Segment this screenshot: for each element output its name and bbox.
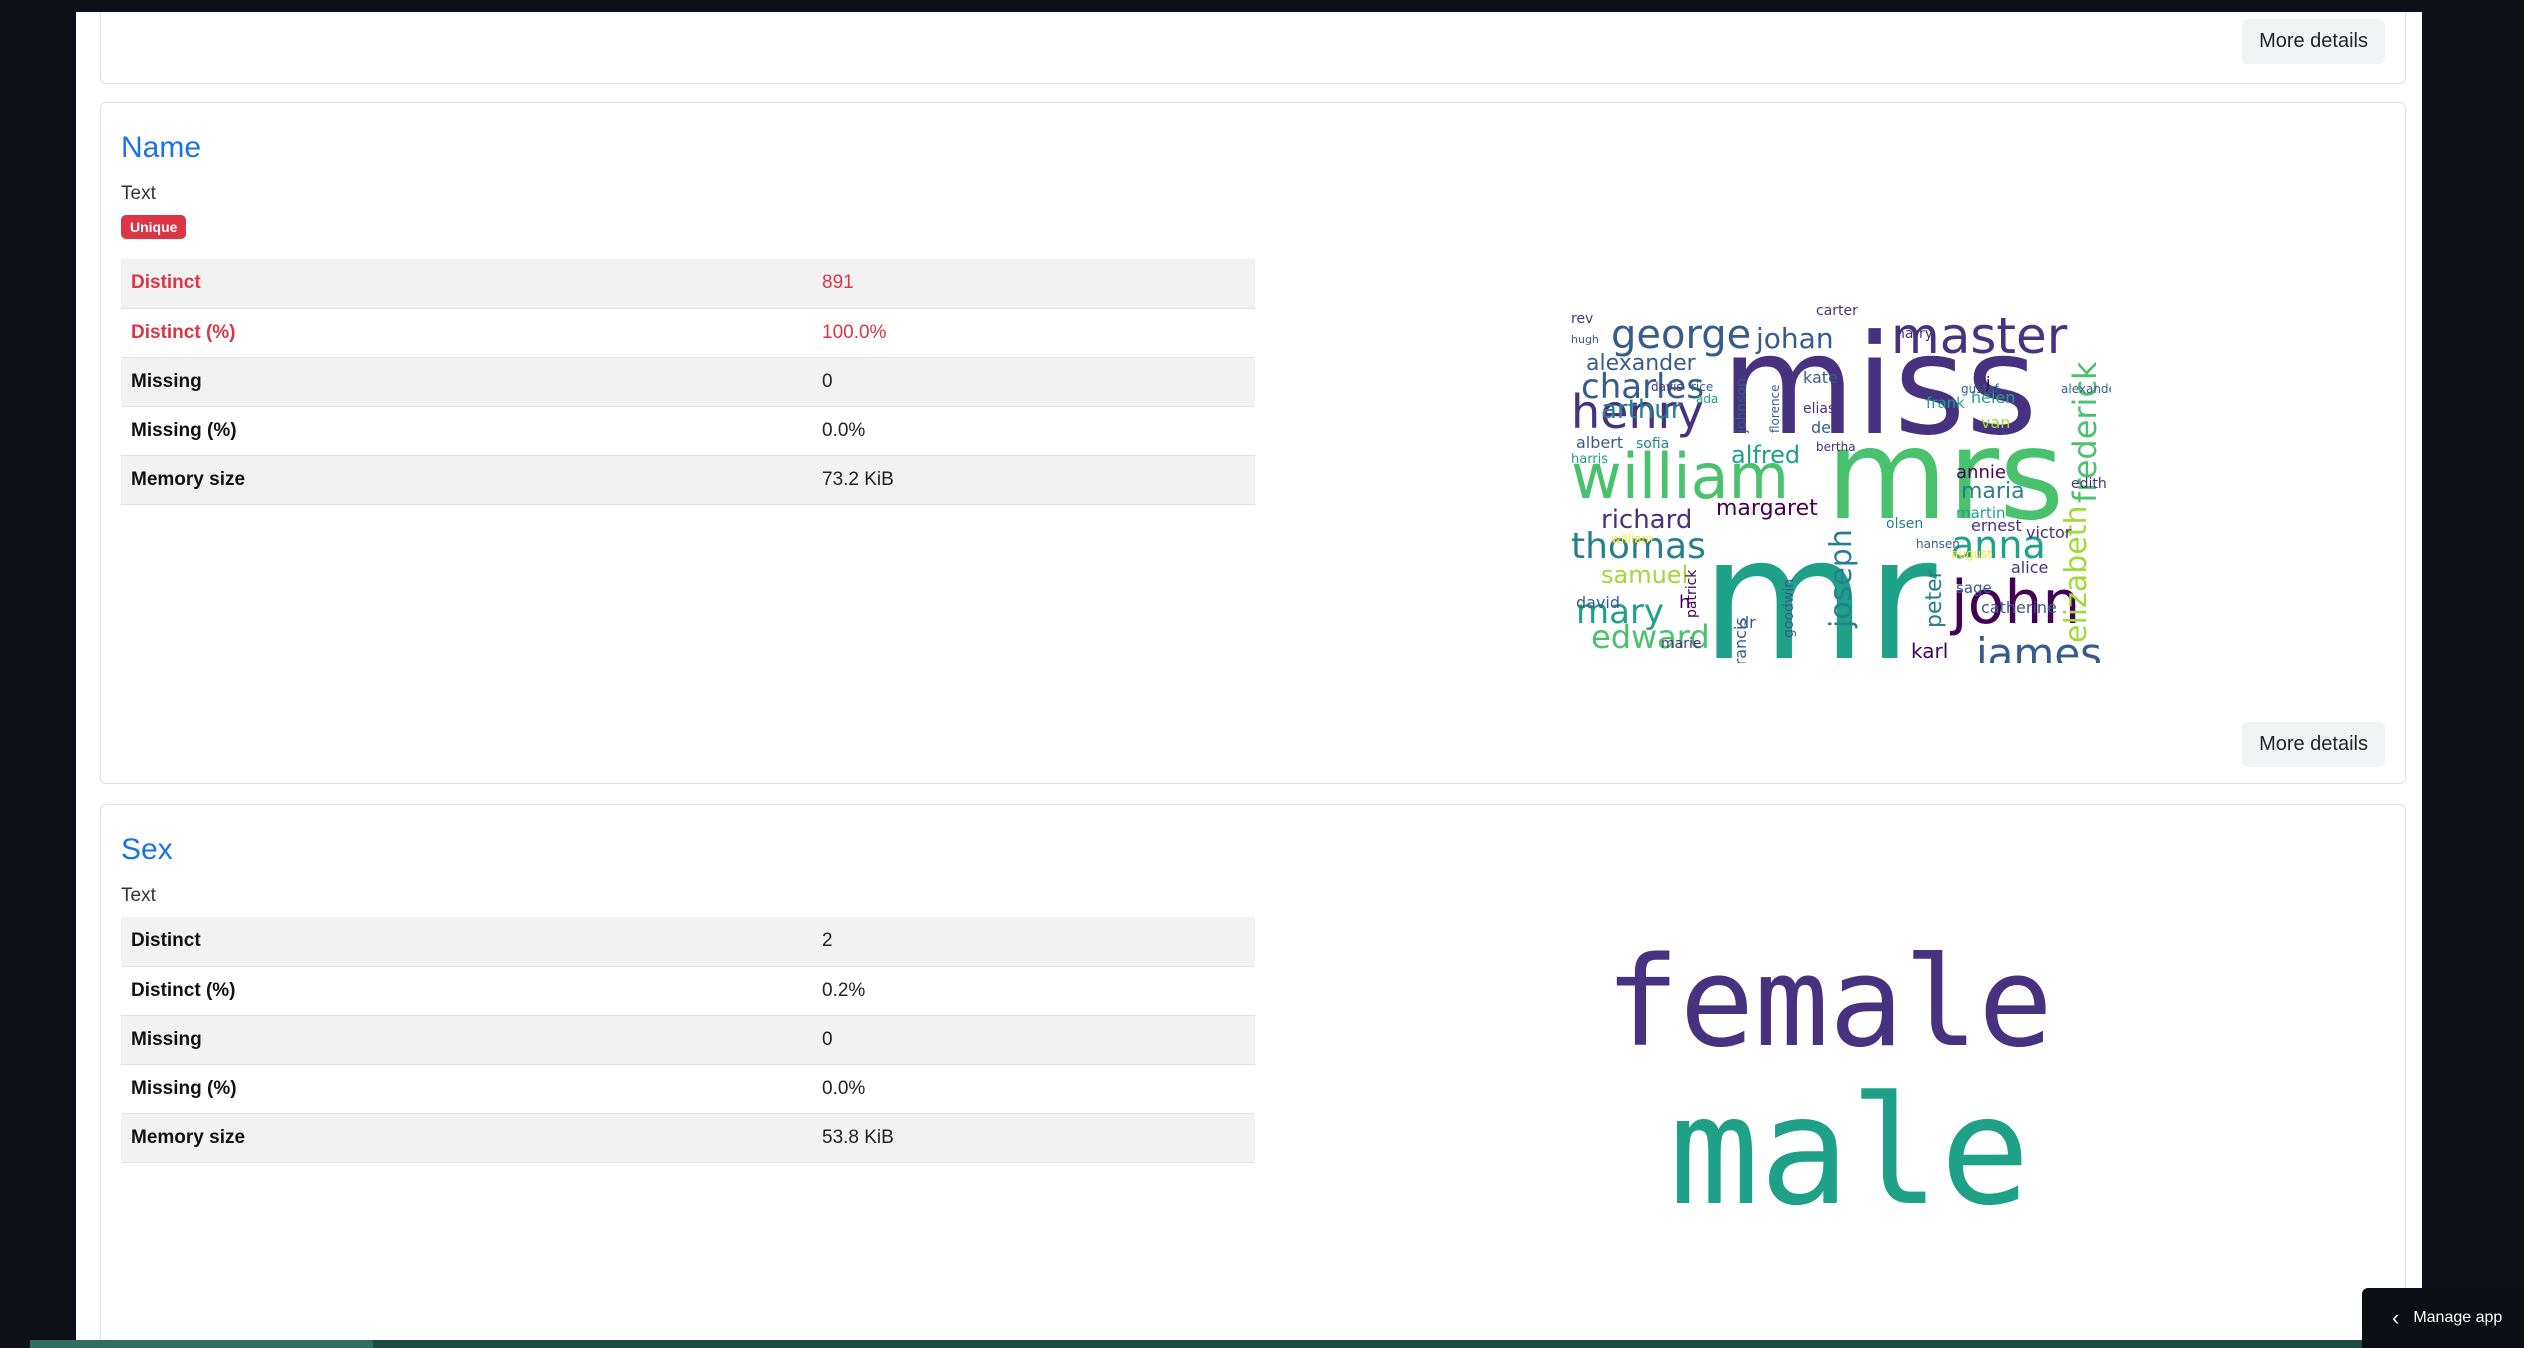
cloud-word: richard: [1601, 505, 1692, 535]
stat-label: Memory size: [131, 1126, 246, 1148]
table-row: Missing 0: [121, 1015, 1255, 1064]
cloud-word: van: [1981, 413, 2010, 432]
cloud-word: carter: [1816, 303, 1858, 319]
stat-label: Distinct: [131, 272, 201, 294]
stat-label: Missing: [131, 370, 202, 392]
table-row: Memory size 53.8 KiB: [121, 1113, 1255, 1162]
name-word-cloud: miss mr mrs william master george henry charles…: [1571, 303, 2111, 663]
cloud-word: florence: [1768, 384, 1782, 433]
table-row: Missing (%) 0.0%: [121, 1064, 1255, 1113]
cloud-word: johnson: [1734, 378, 1750, 434]
cloud-word: elias: [1803, 401, 1835, 417]
cloud-word: catherine: [1981, 598, 2057, 617]
table-row: Missing 0: [121, 357, 1255, 406]
cloud-word: dr: [1739, 613, 1756, 632]
stat-label: Missing: [131, 1028, 202, 1050]
table-row: Distinct (%) 100.0%: [121, 308, 1255, 357]
stat-value: 100.0%: [822, 321, 887, 343]
cloud-word: albert: [1576, 433, 1623, 452]
stat-label: Missing (%): [131, 1077, 237, 1099]
stat-label: Missing (%): [131, 419, 237, 441]
cloud-word: davis: [1651, 380, 1683, 394]
cloud-word: h: [1679, 592, 1690, 613]
cloud-word: alexander: [2061, 382, 2111, 396]
cloud-word: karl: [1911, 639, 1948, 663]
table-row: Missing (%) 0.0%: [121, 406, 1255, 455]
previous-variable-card: More details: [100, 12, 2406, 84]
stats-table: Distinct 891 Distinct (%) 100.0% Missing…: [121, 259, 1255, 505]
stat-value: 53.8 KiB: [822, 1126, 894, 1148]
cloud-word: alice: [2011, 558, 2048, 577]
more-details-button[interactable]: More details: [2242, 19, 2385, 64]
variable-title[interactable]: Name: [121, 131, 201, 165]
stat-value: 0.2%: [822, 979, 866, 1001]
cloud-word: margaret: [1716, 496, 1818, 521]
cloud-word: august: [1951, 547, 1992, 561]
cloud-word: martin: [1956, 504, 2006, 522]
cloud-word: marie: [1661, 636, 1701, 652]
stat-label: Memory size: [131, 468, 246, 490]
cloud-word: male: [1669, 1065, 2030, 1235]
chevron-left-icon: ‹: [2392, 1305, 2400, 1330]
stat-value: 0: [822, 370, 833, 392]
strip-segment: [30, 1340, 373, 1348]
cloud-word: peter: [1922, 568, 1947, 628]
cloud-word: edith: [2071, 476, 2107, 492]
cloud-word: harry: [1896, 326, 1933, 342]
stat-label: Distinct (%): [131, 979, 236, 1001]
cloud-word: alexander: [1586, 351, 1697, 376]
stat-label: Distinct: [131, 930, 201, 952]
report-frame: More details Name Text Unique Distinct 8…: [76, 12, 2422, 1348]
cloud-word: female: [1605, 935, 2053, 1075]
variable-type: Text: [121, 183, 156, 204]
table-row: Distinct 891: [121, 259, 1255, 308]
stat-value: 2: [822, 930, 833, 952]
table-row: Memory size 73.2 KiB: [121, 455, 1255, 504]
bottom-status-strip: [30, 1340, 2524, 1348]
cloud-word: annie: [1956, 462, 2006, 483]
cloud-word: alfred: [1731, 441, 1800, 469]
cloud-word: david: [1576, 593, 1620, 612]
cloud-word: hugh: [1571, 333, 1599, 346]
variable-type: Text: [121, 885, 156, 906]
cloud-word: arthur: [1601, 395, 1682, 425]
table-row: Distinct 2: [121, 917, 1255, 966]
unique-badge: Unique: [121, 215, 187, 239]
cloud-word: victor: [2026, 523, 2072, 542]
cloud-word: kate: [1803, 368, 1838, 387]
sex-word-cloud: female male: [1605, 935, 2125, 1235]
stat-value: 0.0%: [822, 419, 866, 441]
cloud-word: gustaf: [1961, 382, 2000, 396]
cloud-word: goodwin: [1781, 579, 1797, 638]
stats-table: Distinct 2 Distinct (%) 0.2% Missing 0 M…: [121, 917, 1255, 1163]
variable-card-name: Name Text Unique Distinct 891 Distinct (…: [100, 102, 2406, 784]
cloud-word: harris: [1571, 452, 1608, 467]
manage-app-button[interactable]: ‹ Manage app: [2362, 1288, 2524, 1348]
stat-value: 0.0%: [822, 1077, 866, 1099]
stat-value: 0: [822, 1028, 833, 1050]
cloud-word: frank: [1926, 394, 1965, 412]
cloud-word: rev: [1571, 311, 1593, 327]
more-details-button[interactable]: More details: [2242, 722, 2385, 767]
cloud-word: bertha: [1816, 440, 1856, 454]
cloud-word: de: [1811, 418, 1831, 437]
cloud-word: ada: [1696, 392, 1718, 406]
cloud-word: sofia: [1636, 436, 1669, 452]
cloud-word: olsen: [1886, 516, 1923, 532]
variable-card-sex: Sex Text Distinct 2 Distinct (%) 0.2% Mi…: [100, 804, 2406, 1348]
cloud-word: samuel: [1601, 561, 1688, 589]
stat-value: 73.2 KiB: [822, 468, 894, 490]
cloud-word: sage: [1956, 579, 1992, 597]
variable-title[interactable]: Sex: [121, 833, 173, 867]
manage-app-label: Manage app: [2413, 1309, 2503, 1326]
cloud-word: william: [1611, 532, 1653, 546]
cloud-word: joseph: [1824, 529, 1859, 629]
cloud-word: johan: [1755, 322, 1834, 355]
stat-label: Distinct (%): [131, 321, 236, 343]
table-row: Distinct (%) 0.2%: [121, 966, 1255, 1015]
stat-value: 891: [822, 272, 854, 294]
